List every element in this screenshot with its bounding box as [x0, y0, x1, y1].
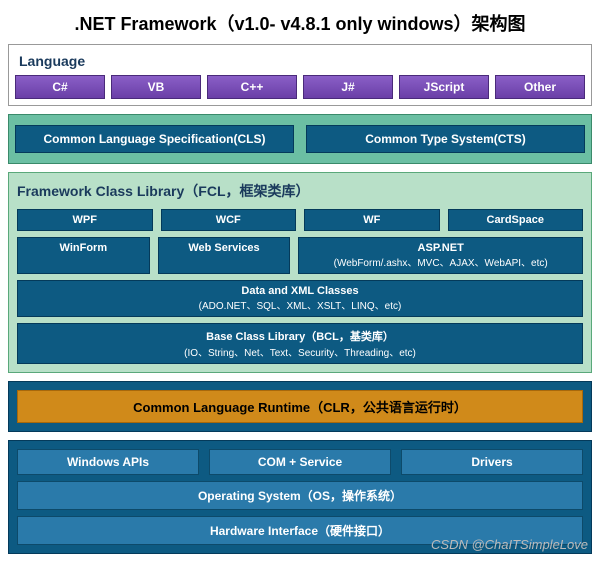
lang-cpp: C++ [207, 75, 297, 99]
aspnet-title: ASP.NET [301, 242, 580, 254]
lang-jscript: JScript [399, 75, 489, 99]
fcl-cardspace: CardSpace [448, 209, 584, 231]
lang-other: Other [495, 75, 585, 99]
bcl-sub: (IO、String、Net、Text、Security、Threading、e… [20, 344, 580, 359]
clr-box: Common Language Runtime（CLR，公共语言运行时） [17, 390, 583, 423]
cls-box: Common Language Specification(CLS) [15, 125, 294, 153]
sys-os: Operating System（OS，操作系统） [17, 481, 583, 510]
fcl-webservices: Web Services [158, 237, 291, 274]
language-label: Language [19, 53, 585, 69]
fcl-wcf: WCF [161, 209, 297, 231]
fcl-title: Framework Class Library（FCL，框架类库） [17, 181, 583, 201]
dataxml-title: Data and XML Classes [20, 285, 580, 297]
fcl-section: Framework Class Library（FCL，框架类库） WPF WC… [8, 172, 592, 373]
fcl-wpf: WPF [17, 209, 153, 231]
fcl-winform: WinForm [17, 237, 150, 274]
sys-drivers: Drivers [401, 449, 583, 475]
diagram-title: .NET Framework（v1.0- v4.8.1 only windows… [0, 0, 600, 44]
sys-com: COM + Service [209, 449, 391, 475]
fcl-aspnet: ASP.NET (WebForm/.ashx、MVC、AJAX、WebAPI、e… [298, 237, 583, 274]
bcl-title: Base Class Library（BCL，基类库） [20, 328, 580, 344]
lang-csharp: C# [15, 75, 105, 99]
fcl-bcl: Base Class Library（BCL，基类库） (IO、String、N… [17, 323, 583, 364]
dataxml-sub: (ADO.NET、SQL、XML、XSLT、LINQ、etc) [20, 297, 580, 312]
lang-jsharp: J# [303, 75, 393, 99]
watermark: CSDN @ChaITSimpleLove [431, 537, 588, 552]
fcl-wf: WF [304, 209, 440, 231]
lang-vb: VB [111, 75, 201, 99]
aspnet-sub: (WebForm/.ashx、MVC、AJAX、WebAPI、etc) [301, 254, 580, 269]
cls-cts-section: Common Language Specification(CLS) Commo… [8, 114, 592, 164]
sys-winapi: Windows APIs [17, 449, 199, 475]
cts-box: Common Type System(CTS) [306, 125, 585, 153]
fcl-dataxml: Data and XML Classes (ADO.NET、SQL、XML、XS… [17, 280, 583, 317]
clr-section: Common Language Runtime（CLR，公共语言运行时） [8, 381, 592, 432]
language-section: Language C# VB C++ J# JScript Other [8, 44, 592, 106]
